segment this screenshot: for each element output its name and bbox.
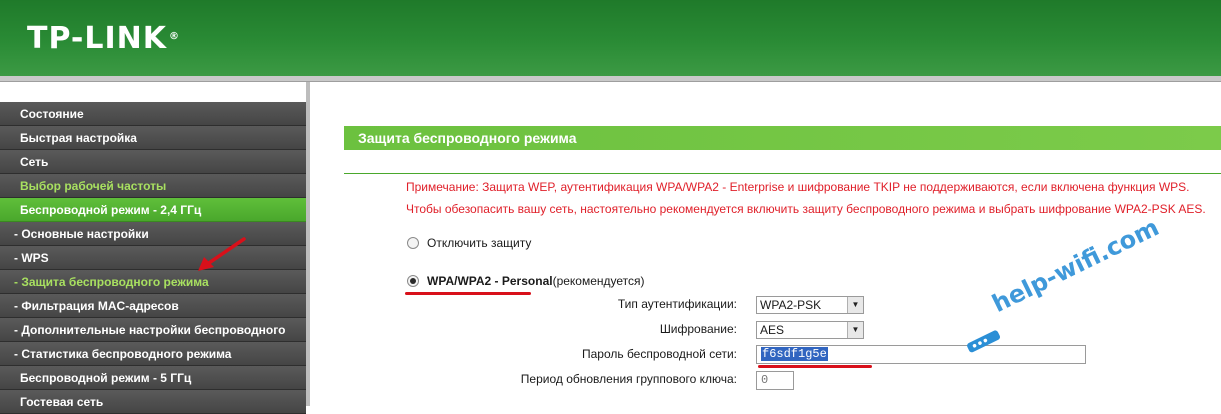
annotation-underline-password (758, 365, 872, 368)
wps-note-line1: Примечание: Защита WEP, аутентификация W… (406, 180, 1190, 194)
password-value: f6sdf1g5e (761, 347, 828, 361)
tp-link-logo: TP-LINK ® (27, 22, 180, 56)
auth-type-label: Тип аутентификации: (617, 297, 737, 311)
disable-security-label: Отключить защиту (427, 236, 532, 250)
encryption-select[interactable]: AES ▼ (756, 321, 864, 339)
wpa-personal-radio[interactable] (407, 275, 419, 287)
auth-type-value: WPA2-PSK (760, 298, 822, 312)
encryption-label: Шифрование: (659, 322, 737, 336)
main-content: Защита беспроводного режима Примечание: … (310, 82, 1221, 406)
sidebar-item-quick-setup[interactable]: Быстрая настройка (0, 126, 306, 150)
sidebar-item-wps[interactable]: - WPS (0, 246, 306, 270)
wpa-personal-option[interactable]: WPA/WPA2 - Personal (рекомендуется) (407, 274, 645, 288)
sidebar-item-wireless-statistics[interactable]: - Статистика беспроводного режима (0, 342, 306, 366)
encryption-value: AES (760, 323, 785, 337)
annotation-arrow-icon (198, 237, 246, 271)
wps-note-line2: Чтобы обезопасить вашу сеть, настоятельн… (406, 202, 1206, 216)
disable-security-radio[interactable] (407, 237, 419, 249)
section-divider (344, 173, 1221, 174)
disable-security-option[interactable]: Отключить защиту (407, 236, 531, 250)
auth-type-select[interactable]: WPA2-PSK ▼ (756, 296, 864, 314)
header: TP-LINK ® (0, 0, 1221, 76)
password-input[interactable]: f6sdf1g5e (756, 345, 1086, 364)
sidebar-item-band-selection[interactable]: Выбор рабочей частоты (0, 174, 306, 198)
sidebar-item-basic-settings[interactable]: - Основные настройки (0, 222, 306, 246)
dropdown-arrow-icon[interactable]: ▼ (847, 322, 863, 338)
annotation-underline-wpa (405, 292, 531, 295)
group-key-label: Период обновления группового ключа: (520, 372, 737, 386)
sidebar-item-guest-network[interactable]: Гостевая сеть (0, 390, 306, 414)
group-key-input[interactable]: 0 (756, 371, 794, 390)
password-label: Пароль беспроводной сети: (581, 347, 737, 361)
sidebar: Состояние Быстрая настройка Сеть Выбор р… (0, 82, 310, 414)
sidebar-item-wireless-24[interactable]: Беспроводной режим - 2,4 ГГц (0, 198, 306, 222)
wpa-personal-recommended: (рекомендуется) (552, 274, 645, 288)
sidebar-menu: Состояние Быстрая настройка Сеть Выбор р… (0, 102, 306, 414)
wpa-personal-label: WPA/WPA2 - Personal (427, 274, 553, 288)
logo-text: TP-LINK (27, 21, 168, 56)
sidebar-item-network[interactable]: Сеть (0, 150, 306, 174)
sidebar-item-wireless-5[interactable]: Беспроводной режим - 5 ГГц (0, 366, 306, 390)
section-title: Защита беспроводного режима (344, 126, 1221, 150)
sidebar-item-status[interactable]: Состояние (0, 102, 306, 126)
sidebar-item-wireless-security[interactable]: - Защита беспроводного режима (0, 270, 306, 294)
sidebar-item-mac-filtering[interactable]: - Фильтрация MAC-адресов (0, 294, 306, 318)
dropdown-arrow-icon[interactable]: ▼ (847, 297, 863, 313)
sidebar-top-spacer (0, 82, 306, 101)
sidebar-item-advanced-wireless[interactable]: - Дополнительные настройки беспроводного (0, 318, 306, 342)
registered-mark: ® (169, 31, 181, 42)
